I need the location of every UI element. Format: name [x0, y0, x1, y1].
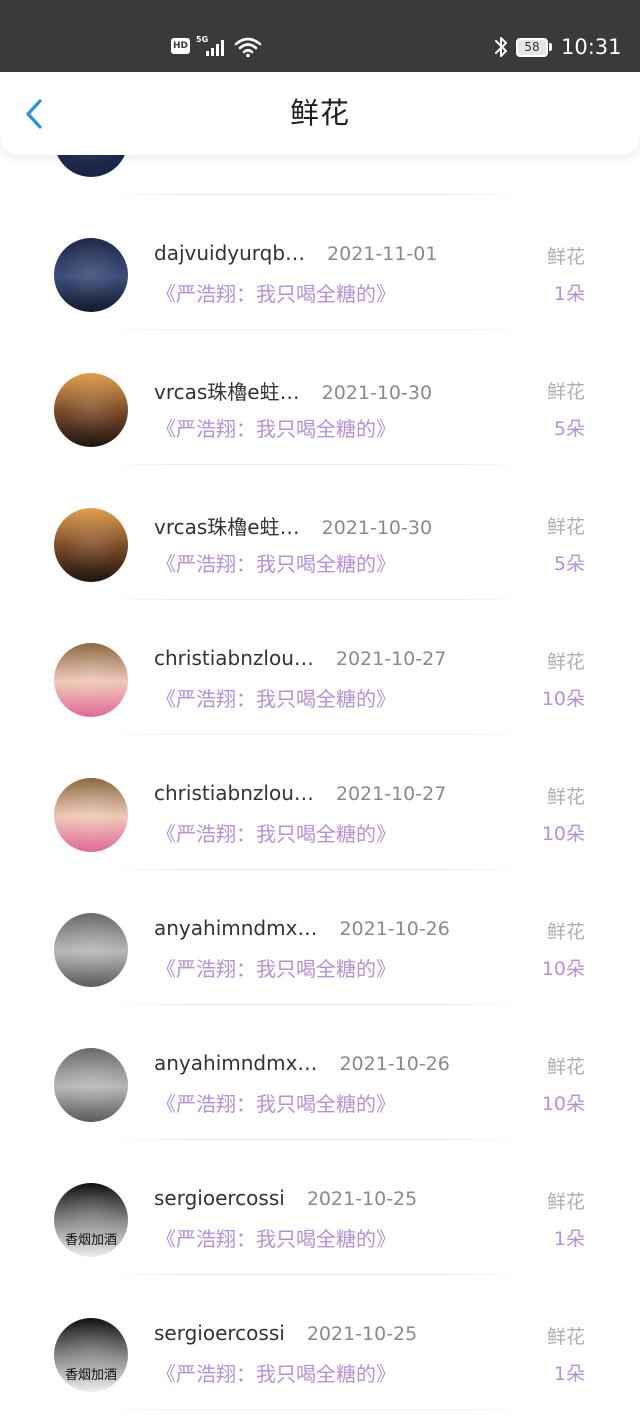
work-title-link[interactable]: 《严浩翔：我只喝全糖的》 — [156, 1224, 396, 1254]
list-item[interactable]: anyahimndmx… 2021-10-26 鲜花 《严浩翔：我只喝全糖的》 … — [0, 870, 640, 1005]
list-item[interactable]: christiabnzlou… 2021-10-27 鲜花 《严浩翔：我只喝全糖… — [0, 600, 640, 735]
sender-name[interactable]: dajvuidyurqb… — [154, 241, 305, 265]
gift-type-label: 鲜花 — [546, 246, 585, 268]
gift-date: 2021-10-26 — [339, 1053, 450, 1075]
bluetooth-icon — [495, 37, 507, 57]
item-header-line: vrcas珠櫓e蛀… 2021-10-30 — [154, 511, 432, 543]
avatar[interactable]: 香烟加酒 — [54, 1318, 128, 1392]
work-title-link[interactable]: 《严浩翔：我只喝全糖的》 — [156, 279, 396, 309]
avatar[interactable] — [54, 508, 128, 582]
gift-date: 2021-10-26 — [339, 918, 450, 940]
app-header: 鲜花 — [0, 72, 640, 155]
avatar[interactable] — [54, 913, 128, 987]
battery-cap — [549, 43, 552, 51]
hd-icon: HD — [171, 38, 190, 54]
list-item[interactable]: 香烟加酒 sergioercossi 2021-10-25 鲜花 《严浩翔：我只… — [0, 1140, 640, 1275]
work-title-link[interactable]: 《严浩翔：我只喝全糖的》 — [156, 684, 396, 714]
gift-date: 2021-11-01 — [327, 243, 438, 265]
sender-name[interactable]: anyahimndmx… — [154, 1051, 317, 1075]
signal-icon — [206, 39, 230, 56]
avatar[interactable] — [54, 643, 128, 717]
sender-name[interactable]: sergioercossi — [154, 1186, 285, 1210]
battery-icon: 58 — [516, 38, 548, 57]
gift-type-label: 鲜花 — [546, 1056, 585, 1078]
avatar-caption: 香烟加酒 — [64, 1233, 117, 1248]
gift-type-label: 鲜花 — [546, 1191, 585, 1213]
item-header-line: christiabnzlou… 2021-10-27 — [154, 781, 446, 813]
gift-date: 2021-10-30 — [321, 517, 433, 539]
sender-name[interactable]: christiabnzlou… — [154, 646, 314, 670]
clock: 10:31 — [561, 35, 622, 59]
gift-date: 2021-10-27 — [335, 783, 447, 805]
work-title-link[interactable]: 《严浩翔：我只喝全糖的》 — [156, 549, 396, 579]
page-title: 鲜花 — [289, 96, 350, 130]
sender-name[interactable]: vrcas珠櫓e蛀… — [154, 376, 300, 405]
avatar-caption: 香烟加酒 — [64, 1368, 117, 1383]
sender-name[interactable]: anyahimndmx… — [154, 916, 317, 940]
gift-type-label: 鲜花 — [546, 516, 585, 538]
gift-count: 1朵 — [553, 283, 585, 305]
gift-date: 2021-10-30 — [321, 382, 433, 404]
gift-type-label: 鲜花 — [546, 1326, 585, 1348]
chevron-left-icon — [26, 99, 42, 129]
list-item[interactable]: 香烟加酒 sergioercossi 2021-10-25 鲜花 《严浩翔：我只… — [0, 1275, 640, 1410]
gift-count: 1朵 — [553, 1363, 585, 1385]
avatar[interactable] — [54, 238, 128, 312]
divider — [100, 1409, 530, 1410]
work-title-link[interactable]: 《严浩翔：我只喝全糖的》 — [156, 1089, 396, 1119]
list-item[interactable]: vrcas珠櫓e蛀… 2021-10-30 鲜花 《严浩翔：我只喝全糖的》 5朵 — [0, 465, 640, 600]
sender-name[interactable]: christiabnzlou… — [154, 781, 314, 805]
gift-count: 5朵 — [553, 553, 585, 575]
item-header-line: sergioercossi 2021-10-25 — [154, 1321, 417, 1353]
back-button[interactable] — [14, 94, 54, 134]
gift-list[interactable]: dajvuidyurqb… 2021-11-01 鲜花 《严浩翔：我只喝全糖的》… — [0, 60, 640, 1410]
item-header-line: anyahimndmx… 2021-10-26 — [154, 916, 450, 948]
item-header-line: anyahimndmx… 2021-10-26 — [154, 1051, 450, 1083]
list-item[interactable]: vrcas珠櫓e蛀… 2021-10-30 鲜花 《严浩翔：我只喝全糖的》 5朵 — [0, 330, 640, 465]
gift-type-label: 鲜花 — [546, 651, 585, 673]
gift-count: 10朵 — [541, 688, 585, 710]
work-title-link[interactable]: 《严浩翔：我只喝全糖的》 — [156, 819, 396, 849]
gift-count: 10朵 — [541, 1093, 585, 1115]
gift-date: 2021-10-25 — [306, 1188, 418, 1210]
avatar[interactable] — [54, 1048, 128, 1122]
list-item[interactable]: christiabnzlou… 2021-10-27 鲜花 《严浩翔：我只喝全糖… — [0, 735, 640, 870]
gift-date: 2021-10-25 — [306, 1323, 418, 1345]
avatar[interactable] — [54, 778, 128, 852]
gift-type-label: 鲜花 — [546, 921, 585, 943]
work-title-link[interactable]: 《严浩翔：我只喝全糖的》 — [156, 1359, 396, 1389]
gift-count: 5朵 — [553, 418, 585, 440]
item-header-line: dajvuidyurqb… 2021-11-01 — [154, 241, 437, 273]
work-title-link[interactable]: 《严浩翔：我只喝全糖的》 — [156, 414, 396, 444]
gift-count: 10朵 — [541, 958, 585, 980]
sender-name[interactable]: vrcas珠櫓e蛀… — [154, 511, 300, 540]
item-header-line: christiabnzlou… 2021-10-27 — [154, 646, 446, 678]
sender-name[interactable]: sergioercossi — [154, 1321, 285, 1345]
list-item[interactable]: anyahimndmx… 2021-10-26 鲜花 《严浩翔：我只喝全糖的》 … — [0, 1005, 640, 1140]
list-item[interactable]: dajvuidyurqb… 2021-11-01 鲜花 《严浩翔：我只喝全糖的》… — [0, 195, 640, 330]
avatar[interactable]: 香烟加酒 — [54, 1183, 128, 1257]
item-header-line: sergioercossi 2021-10-25 — [154, 1186, 417, 1218]
gift-type-label: 鲜花 — [546, 786, 585, 808]
gift-count: 10朵 — [541, 823, 585, 845]
work-title-link[interactable]: 《严浩翔：我只喝全糖的》 — [156, 954, 396, 984]
avatar[interactable] — [54, 373, 128, 447]
gift-count: 1朵 — [553, 1228, 585, 1250]
status-bar: HD 5G 58 10:31 — [0, 0, 640, 72]
gift-date: 2021-10-27 — [335, 648, 447, 670]
item-header-line: vrcas珠櫓e蛀… 2021-10-30 — [154, 376, 432, 408]
gift-type-label: 鲜花 — [546, 381, 585, 403]
wifi-icon — [234, 37, 262, 58]
